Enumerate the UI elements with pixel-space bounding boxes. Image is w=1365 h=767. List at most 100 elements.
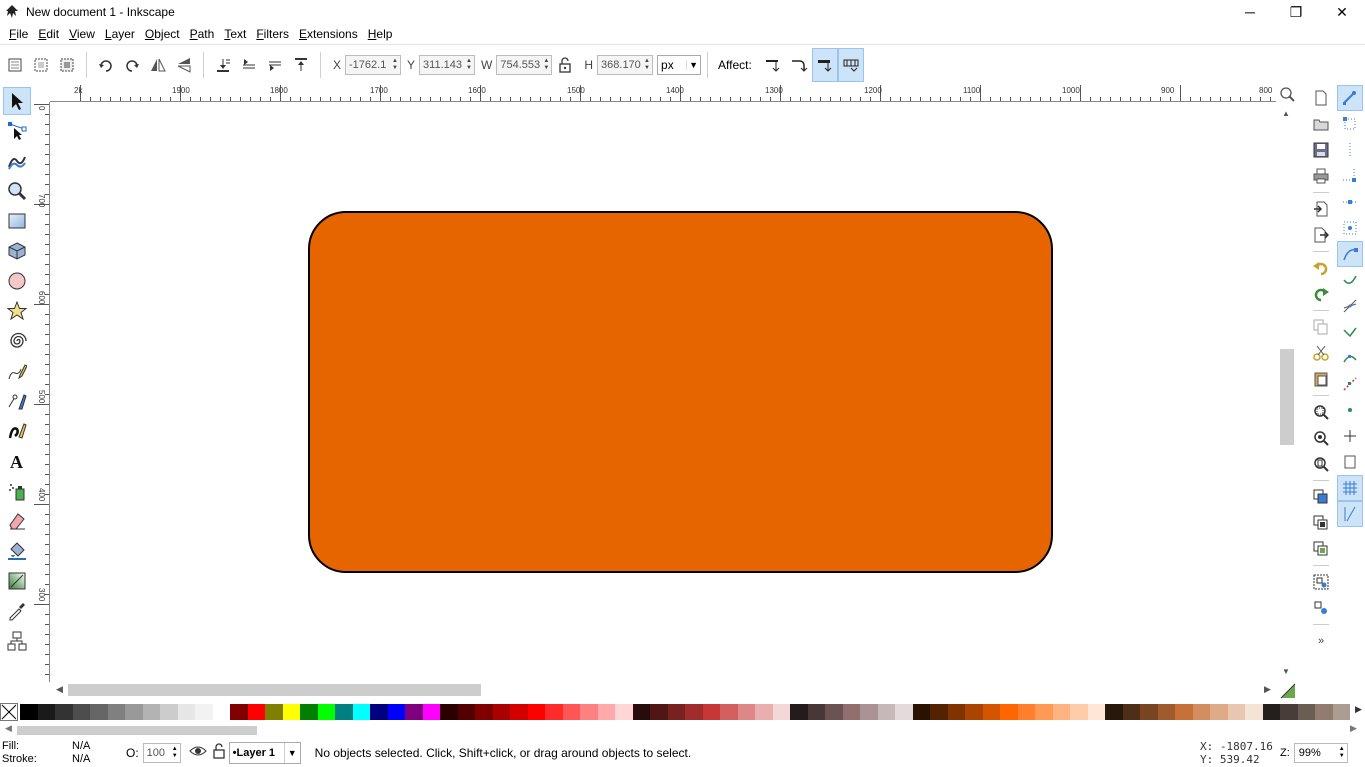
select-all-layers-icon[interactable]: [30, 54, 52, 76]
color-swatch[interactable]: [1035, 704, 1053, 720]
flip-vertical-icon[interactable]: [173, 54, 195, 76]
snap-rotation-center-icon[interactable]: [1337, 423, 1363, 449]
raise-icon[interactable]: [264, 54, 286, 76]
color-swatch[interactable]: [632, 704, 650, 720]
paste-icon[interactable]: [1308, 366, 1334, 392]
color-swatch[interactable]: [20, 704, 38, 720]
tweak-tool[interactable]: [3, 147, 31, 175]
color-swatch[interactable]: [510, 704, 528, 720]
export-icon[interactable]: [1308, 222, 1334, 248]
width-value[interactable]: 754.553: [497, 59, 541, 71]
color-swatch[interactable]: [825, 704, 843, 720]
width-spin-arrows[interactable]: ▲ ▼: [541, 56, 551, 74]
color-swatch[interactable]: [160, 704, 178, 720]
opacity-field[interactable]: 100 ▲ ▼: [142, 742, 181, 763]
drawing-canvas[interactable]: [51, 103, 1278, 681]
maximize-button[interactable]: ❐: [1273, 0, 1319, 24]
3d-box-tool[interactable]: [3, 237, 31, 265]
zoom-drawing-icon[interactable]: [1308, 425, 1334, 451]
snap-bbox-center-icon[interactable]: [1337, 215, 1363, 241]
zoom-field[interactable]: 99% ▲ ▼: [1293, 743, 1348, 763]
color-swatch[interactable]: [650, 704, 668, 720]
zoom-page-icon[interactable]: [1308, 451, 1334, 477]
palette-scroll-right-icon[interactable]: ▶: [1355, 704, 1362, 715]
x-spin-arrows[interactable]: ▲ ▼: [390, 56, 400, 74]
snap-path-intersection-icon[interactable]: [1337, 293, 1363, 319]
color-swatch[interactable]: [1262, 704, 1280, 720]
transform-patterns-button[interactable]: [837, 47, 864, 82]
vertical-scroll-thumb[interactable]: [1280, 349, 1294, 445]
color-swatch[interactable]: [195, 704, 213, 720]
color-swatch[interactable]: [947, 704, 965, 720]
color-swatch[interactable]: [142, 704, 160, 720]
menu-layer[interactable]: Layer: [100, 27, 140, 41]
snap-object-center-icon[interactable]: [1337, 397, 1363, 423]
duplicate-icon[interactable]: [1308, 484, 1334, 510]
palette-scrollbar[interactable]: ◀ ▶: [0, 723, 1365, 737]
zoom-corner-icon[interactable]: [1278, 85, 1300, 103]
unit-value[interactable]: px: [658, 58, 686, 72]
snap-nodes-icon[interactable]: [1337, 241, 1363, 267]
color-swatch[interactable]: [580, 704, 598, 720]
raise-to-top-icon[interactable]: [290, 54, 312, 76]
zoom-tool[interactable]: [3, 177, 31, 205]
menu-path[interactable]: Path: [185, 27, 220, 41]
color-swatch[interactable]: [492, 704, 510, 720]
snap-smooth-nodes-icon[interactable]: [1337, 345, 1363, 371]
current-layer-value[interactable]: •Layer 1: [230, 747, 284, 759]
color-swatch[interactable]: [702, 704, 720, 720]
opacity-value[interactable]: 100: [144, 747, 170, 759]
undo-icon[interactable]: [1308, 255, 1334, 281]
minimize-button[interactable]: ─: [1227, 0, 1273, 24]
color-swatch[interactable]: [1297, 704, 1315, 720]
color-swatch[interactable]: [387, 704, 405, 720]
spray-tool[interactable]: [3, 477, 31, 505]
dropper-tool[interactable]: [3, 597, 31, 625]
copy-icon[interactable]: [1308, 314, 1334, 340]
color-swatch[interactable]: [422, 704, 440, 720]
snap-paths-icon[interactable]: [1337, 267, 1363, 293]
print-icon[interactable]: [1308, 163, 1334, 189]
color-swatch[interactable]: [352, 704, 370, 720]
vertical-scrollbar[interactable]: ▲ ▼: [1278, 103, 1296, 681]
gradient-tool[interactable]: [3, 567, 31, 595]
scale-stroke-button[interactable]: [760, 48, 786, 82]
color-swatch[interactable]: [1332, 704, 1350, 720]
ellipse-tool[interactable]: [3, 267, 31, 295]
star-tool[interactable]: [3, 297, 31, 325]
color-swatch[interactable]: [755, 704, 773, 720]
color-swatch[interactable]: [527, 704, 545, 720]
snap-bbox-edge-icon[interactable]: [1337, 137, 1363, 163]
color-swatch[interactable]: [545, 704, 563, 720]
y-spin-arrows[interactable]: ▲ ▼: [464, 56, 474, 74]
color-swatch[interactable]: [667, 704, 685, 720]
x-value[interactable]: -1762.1: [346, 59, 390, 71]
menu-filters[interactable]: Filters: [251, 27, 294, 41]
lower-to-bottom-icon[interactable]: [212, 54, 234, 76]
fill-value[interactable]: N/A: [72, 740, 126, 753]
color-swatch[interactable]: [1175, 704, 1193, 720]
color-swatch[interactable]: [475, 704, 493, 720]
pencil-tool[interactable]: [3, 357, 31, 385]
width-field[interactable]: 754.553 ▲ ▼: [496, 54, 553, 75]
selector-tool[interactable]: [3, 87, 31, 115]
color-swatch[interactable]: [1000, 704, 1018, 720]
spiral-tool[interactable]: [3, 327, 31, 355]
snap-page-border-icon[interactable]: [1337, 449, 1363, 475]
deselect-icon[interactable]: [56, 54, 78, 76]
color-swatch[interactable]: [772, 704, 790, 720]
select-all-icon[interactable]: [4, 54, 26, 76]
close-button[interactable]: ✕: [1319, 0, 1365, 24]
chevron-down-icon[interactable]: ▼: [686, 59, 700, 70]
snap-bbox-corner-icon[interactable]: [1337, 163, 1363, 189]
ungroup-icon[interactable]: [1308, 595, 1334, 621]
menu-object[interactable]: Object: [140, 27, 185, 41]
color-swatch[interactable]: [562, 704, 580, 720]
chevron-down-icon[interactable]: ▼: [283, 742, 300, 763]
redo-icon[interactable]: [1308, 281, 1334, 307]
color-swatch[interactable]: [685, 704, 703, 720]
color-swatch[interactable]: [737, 704, 755, 720]
paint-bucket-tool[interactable]: [3, 537, 31, 565]
color-swatch[interactable]: [965, 704, 983, 720]
more-commands-icon[interactable]: »: [1308, 628, 1334, 654]
